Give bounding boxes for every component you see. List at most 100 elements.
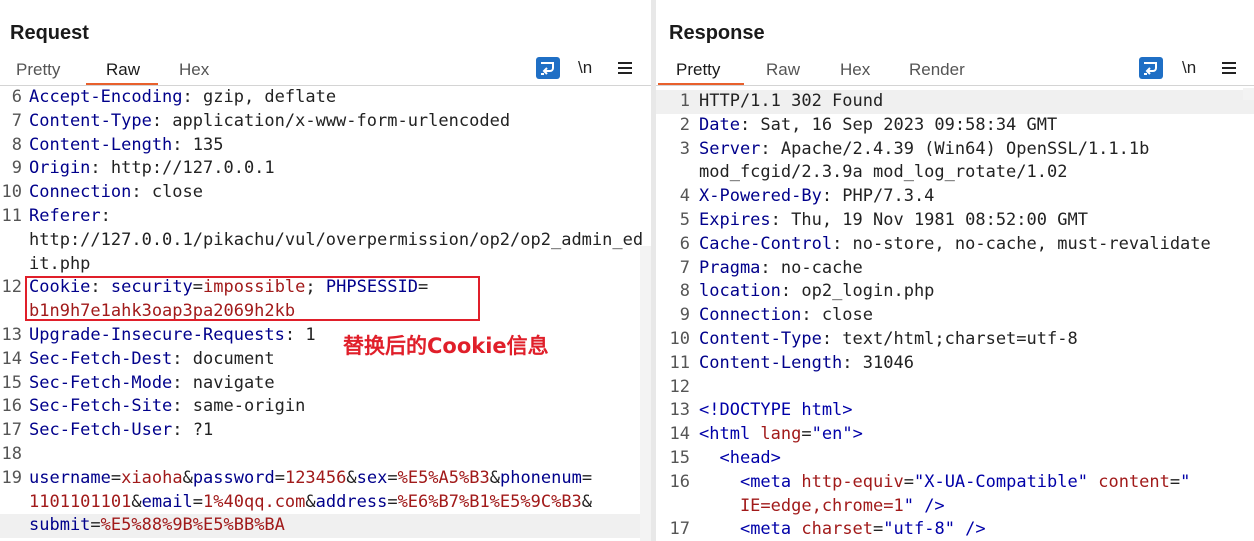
code-token: = (903, 471, 914, 492)
code-token: : PHP/7.3.4 (821, 186, 935, 207)
code-line[interactable]: 15 Sec-Fetch-Mode: navigate (0, 372, 651, 396)
code-line[interactable]: mod_fcgid/2.3.9a mod_log_rotate/1.02 (656, 161, 1254, 185)
code-line[interactable]: 16 <meta http-equiv="X-UA-Compatible" co… (656, 471, 1254, 495)
code-line[interactable]: 11 Content-Length: 31046 (656, 352, 1254, 376)
code-token: : http://127.0.0.1 (90, 158, 275, 179)
code-line[interactable]: 13 <!DOCTYPE html> (656, 399, 1254, 423)
code-token: Cache-Control (699, 233, 833, 254)
code-token: " (1180, 471, 1191, 492)
request-tab-raw[interactable]: Raw (106, 60, 140, 80)
code-line[interactable]: 14 <html lang="en"> (656, 423, 1254, 447)
code-line[interactable]: 10 Connection: close (0, 181, 651, 205)
response-tab-raw[interactable]: Raw (766, 60, 800, 80)
code-line[interactable]: 17 Sec-Fetch-User: ?1 (0, 419, 651, 443)
line-text: Expires: Thu, 19 Nov 1981 08:52:00 GMT (699, 209, 1088, 233)
line-number: 8 (679, 281, 690, 302)
code-token: : 31046 (842, 352, 914, 373)
request-title: Request (10, 22, 89, 44)
line-number: 13 (669, 400, 690, 421)
code-line[interactable]: 4 X-Powered-By: PHP/7.3.4 (656, 185, 1254, 209)
request-tab-hex[interactable]: Hex (179, 60, 209, 80)
code-token: & (182, 467, 193, 488)
line-text: it.php (29, 253, 90, 277)
code-token: Pragma (699, 257, 761, 278)
code-token: Content-Length (29, 134, 173, 155)
line-text: Content-Length: 135 (29, 134, 223, 158)
code-token: Content-Length (699, 352, 843, 373)
menu-icon[interactable] (1222, 62, 1236, 64)
code-line[interactable]: 8 location: op2_login.php (656, 280, 1254, 304)
line-text: <!DOCTYPE html> (699, 399, 853, 423)
line-number: 13 (1, 324, 22, 345)
word-wrap-icon[interactable] (536, 57, 560, 79)
code-line[interactable]: 10 Content-Type: text/html;charset=utf-8 (656, 328, 1254, 352)
code-token: 1101101101 (29, 491, 132, 512)
code-token: Date (699, 114, 740, 135)
code-token: Expires (699, 209, 771, 230)
code-line[interactable]: 2 Date: Sat, 16 Sep 2023 09:58:34 GMT (656, 114, 1254, 138)
code-token: HTTP/1.1 302 Found (699, 91, 884, 111)
code-line[interactable]: submit=%E5%88%9B%E5%BB%BA (0, 514, 651, 539)
code-token: http-equiv (801, 471, 904, 492)
response-tab-pretty[interactable]: Pretty (676, 60, 720, 80)
line-number: 1 (679, 91, 690, 111)
code-token: Referer (29, 205, 101, 226)
code-line[interactable]: 7 Content-Type: application/x-www-form-ur… (0, 110, 651, 134)
line-text: Connection: close (29, 181, 203, 205)
code-line[interactable]: 6 Cache-Control: no-store, no-cache, must… (656, 233, 1254, 257)
line-number: 2 (679, 114, 690, 135)
code-line[interactable]: 9 Origin: http://127.0.0.1 (0, 157, 651, 181)
code-line[interactable]: http://127.0.0.1/pikachu/vul/overpermiss… (0, 229, 651, 253)
newline-toggle-icon[interactable]: \n (578, 58, 592, 78)
line-text: Sec-Fetch-Site: same-origin (29, 395, 305, 419)
code-token: <!DOCTYPE html> (699, 400, 853, 421)
code-line[interactable]: 11 Referer: (0, 205, 651, 229)
code-token: > (852, 424, 863, 445)
line-number: 16 (1, 396, 22, 417)
menu-icon[interactable] (618, 62, 632, 64)
code-line[interactable]: 13 Upgrade-Insecure-Requests: 1 (0, 324, 651, 348)
line-text: Pragma: no-cache (699, 257, 863, 281)
response-tab-render[interactable]: Render (909, 60, 965, 80)
code-line[interactable]: 16 Sec-Fetch-Site: same-origin (0, 395, 651, 419)
response-tab-hex[interactable]: Hex (840, 60, 870, 80)
code-token: <html (699, 424, 761, 445)
code-line[interactable]: it.php (0, 253, 651, 277)
code-token: = (873, 519, 884, 540)
line-text: submit=%E5%88%9B%E5%BB%BA (29, 514, 285, 538)
code-line[interactable]: 7 Pragma: no-cache (656, 257, 1254, 281)
code-line[interactable]: 12 (656, 376, 1254, 400)
code-line[interactable]: 17 <meta charset="utf-8" /> (656, 518, 1254, 541)
code-token: email (141, 491, 193, 512)
response-scrollbar[interactable] (1243, 88, 1254, 100)
request-tab-pretty[interactable]: Pretty (16, 60, 60, 80)
code-token: "en" (811, 424, 853, 445)
code-token: : gzip, deflate (182, 87, 337, 107)
code-line[interactable]: 14 Sec-Fetch-Dest: document (0, 348, 651, 372)
request-scrollbar[interactable] (640, 246, 651, 541)
code-line[interactable]: 1101101101&email=1%40qq.com&address=%E6%… (0, 491, 651, 515)
code-line[interactable]: 15 <head> (656, 447, 1254, 471)
code-line[interactable]: 6 Accept-Encoding: gzip, deflate (0, 86, 651, 110)
line-number: 9 (679, 305, 690, 326)
code-line[interactable]: 3 Server: Apache/2.4.39 (Win64) OpenSSL/1… (656, 138, 1254, 162)
code-line[interactable]: 1 HTTP/1.1 302 Found (656, 90, 1254, 114)
line-text: Content-Type: text/html;charset=utf-8 (699, 328, 1078, 352)
code-token: sex (356, 467, 388, 488)
word-wrap-icon[interactable] (1139, 57, 1163, 79)
code-line[interactable]: 19 username=xiaoha&password=123456&sex=%E… (0, 467, 651, 491)
line-text: HTTP/1.1 302 Found (699, 90, 883, 114)
code-line[interactable]: 18 (0, 443, 651, 467)
line-number: 4 (679, 186, 690, 207)
code-line[interactable]: 8 Content-Length: 135 (0, 134, 651, 158)
newline-toggle-icon[interactable]: \n (1182, 58, 1196, 78)
cookie-annotation: 替换后的Cookie信息 (343, 334, 549, 358)
response-editor[interactable]: 1 HTTP/1.1 302 Found 2 Date: Sat, 16 Sep 20… (656, 90, 1254, 541)
line-number: 5 (679, 209, 690, 230)
code-line[interactable]: IE=edge,chrome=1" /> (656, 495, 1254, 519)
code-token: : 135 (172, 134, 224, 155)
code-line[interactable]: 5 Expires: Thu, 19 Nov 1981 08:52:00 GMT (656, 209, 1254, 233)
code-line[interactable]: 9 Connection: close (656, 304, 1254, 328)
code-token: Origin (29, 158, 91, 179)
code-token: 1%40qq.com (203, 491, 306, 512)
